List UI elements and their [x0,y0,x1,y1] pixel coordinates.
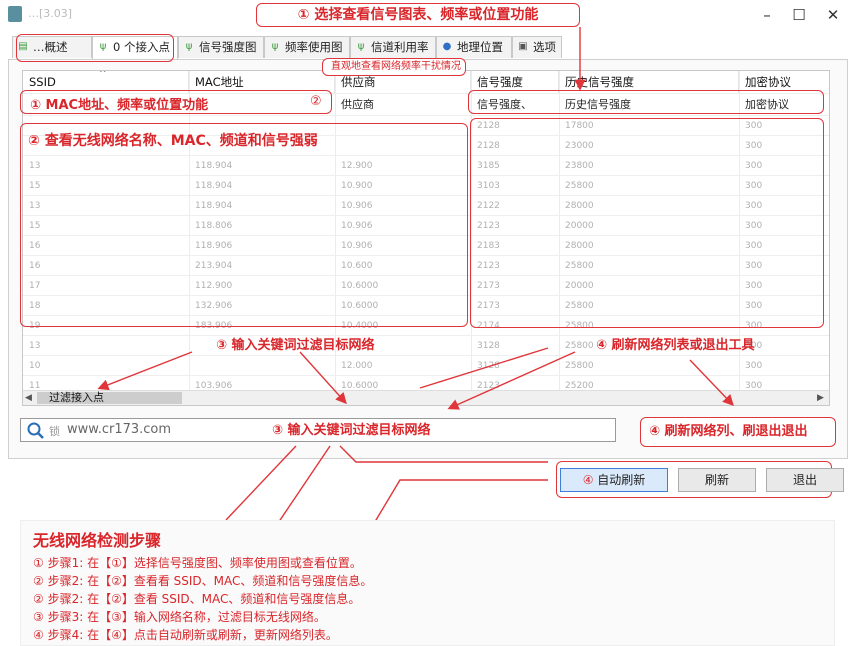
step-item: ④ 步骤4: 在【④】点击自动刷新或刷新，更新网络列表。 [33,628,338,642]
steps-panel: 无线网络检测步骤 ① 步骤1: 在【①】选择信号强度图、频率使用图或查看位置。 … [20,520,835,646]
step-item: ② 步骤2: 在【②】查看 SSID、MAC、频道和信号强度信息。 [33,592,361,606]
step-item: ② 步骤2: 在【②】查看看 SSID、MAC、频道和信号强度信息。 [33,574,373,588]
step-item: ③ 步骤3: 在【③】输入网络名称，过滤目标无线网络。 [33,610,326,624]
steps-title: 无线网络检测步骤 [33,531,162,550]
step-item: ① 步骤1: 在【①】选择信号强度图、频率使用图或查看位置。 [33,556,362,570]
